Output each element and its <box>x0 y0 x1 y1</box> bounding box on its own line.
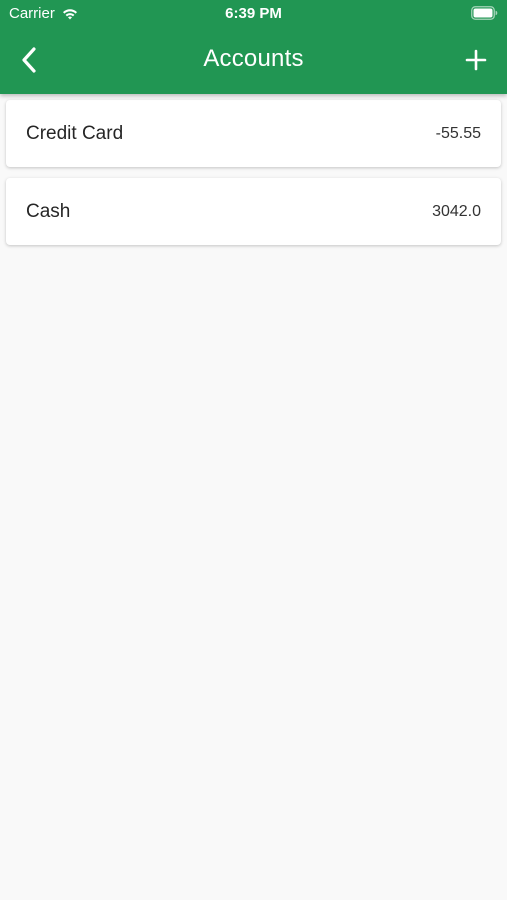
plus-icon <box>465 49 487 71</box>
page-title: Accounts <box>203 45 304 72</box>
account-name: Credit Card <box>26 123 124 144</box>
account-card[interactable]: Credit Card -55.55 <box>6 100 501 167</box>
status-bar: Carrier 6:39 PM <box>0 0 507 28</box>
account-balance: 3042.0 <box>432 203 481 220</box>
account-card[interactable]: Cash 3042.0 <box>6 178 501 245</box>
add-account-button[interactable] <box>461 44 491 76</box>
account-balance: -55.55 <box>435 125 481 142</box>
app-header: Carrier 6:39 PM Accounts <box>0 0 507 94</box>
status-time: 6:39 PM <box>225 5 282 22</box>
battery-icon <box>471 6 498 20</box>
navigation-bar: Accounts <box>0 28 507 94</box>
account-name: Cash <box>26 201 71 222</box>
